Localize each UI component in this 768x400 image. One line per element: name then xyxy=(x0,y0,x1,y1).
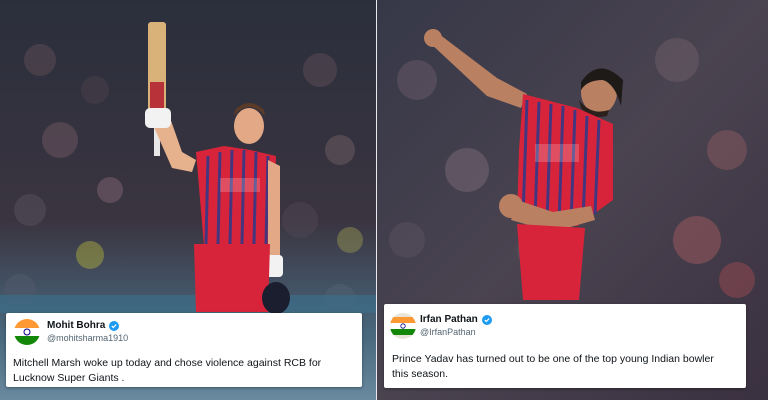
verified-badge-icon xyxy=(109,320,120,331)
india-flag-icon xyxy=(14,319,40,345)
tweet-text: Mitchell Marsh woke up today and chose v… xyxy=(13,357,322,384)
author-row: Irfan Pathan xyxy=(420,314,492,325)
india-flag-icon xyxy=(390,313,416,339)
author-row: Mohit Bohra xyxy=(47,320,120,331)
tweet-text: Prince Yadav has turned out to be one of… xyxy=(392,353,714,380)
author-name[interactable]: Mohit Bohra xyxy=(47,320,105,331)
author-handle[interactable]: @IrfanPathan xyxy=(420,327,476,337)
author-name[interactable]: Irfan Pathan xyxy=(420,314,478,325)
tweet-collage: Mohit Bohra @mohitsharma1910 Mitchell Ma… xyxy=(0,0,768,400)
verified-badge-icon xyxy=(481,314,492,325)
avatar[interactable] xyxy=(14,319,40,345)
tweet-card-mohit-bohra[interactable]: Mohit Bohra @mohitsharma1910 Mitchell Ma… xyxy=(6,313,362,387)
avatar[interactable] xyxy=(390,313,416,339)
tweet-card-irfan-pathan[interactable]: Irfan Pathan @IrfanPathan Prince Yadav h… xyxy=(384,304,746,388)
author-handle[interactable]: @mohitsharma1910 xyxy=(47,333,128,343)
